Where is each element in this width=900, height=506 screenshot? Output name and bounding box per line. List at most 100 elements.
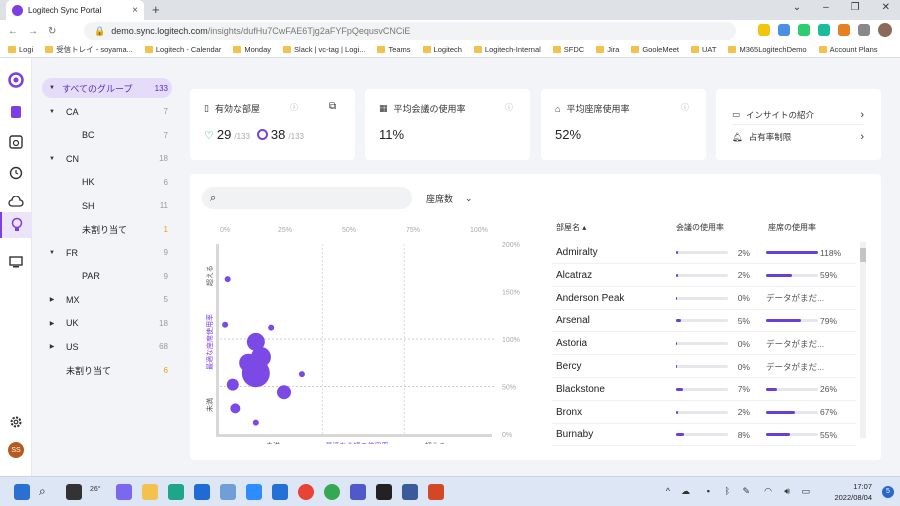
table-row[interactable]: Astoria 0% データがまだ... (552, 333, 856, 356)
group-item[interactable]: ▼ CA 7 (42, 102, 172, 122)
group-item[interactable]: 未割り当て 6 (42, 360, 172, 380)
info-icon[interactable]: ⓘ (290, 102, 298, 113)
bookmark-item[interactable]: Account Plans (818, 45, 878, 54)
pen-icon[interactable]: ✎ (742, 486, 750, 497)
bookmark-item[interactable]: 受信トレイ - soyama... (45, 44, 133, 55)
new-tab-button[interactable]: + (152, 2, 160, 17)
extension-icon[interactable] (798, 24, 810, 36)
info-icon[interactable]: ⓘ (505, 102, 513, 113)
group-item[interactable]: PAR 9 (42, 266, 172, 286)
store-icon[interactable] (194, 484, 210, 500)
chrome-icon[interactable] (324, 484, 340, 500)
table-row[interactable]: Blackstone 7% 26% (552, 379, 856, 401)
external-link-icon[interactable]: ⧉ (329, 101, 336, 112)
group-item[interactable]: ▶ UK 18 (42, 313, 172, 333)
table-scrollbar[interactable] (860, 242, 866, 438)
extension-icon[interactable] (818, 24, 830, 36)
bookmark-item[interactable]: Logi (8, 45, 33, 54)
search-input[interactable]: ⌕ (202, 187, 412, 209)
battery-icon[interactable]: ▭ (801, 486, 810, 497)
extension-icon[interactable] (758, 24, 770, 36)
insights-nav-item[interactable] (0, 212, 32, 238)
windows-start-icon[interactable] (14, 484, 30, 500)
bookmark-item[interactable]: Logitech (422, 45, 462, 54)
chat-icon[interactable] (116, 484, 132, 500)
bookmark-item[interactable]: UAT (691, 45, 716, 54)
bookmark-item[interactable]: Jira (596, 45, 619, 54)
minimize-icon[interactable]: – (823, 2, 829, 13)
chevron-down-icon[interactable]: ▼ (46, 250, 58, 256)
bookmark-item[interactable]: Slack | vc-tag | Logi... (283, 45, 365, 54)
search-icon[interactable]: ⌕ (39, 484, 55, 500)
group-item[interactable]: ▼ FR 9 (42, 243, 172, 263)
logitech-sync-logo-icon[interactable] (8, 72, 24, 88)
col-meeting-usage[interactable]: 会議の使用率 (676, 222, 724, 233)
group-item[interactable]: BC 7 (42, 125, 172, 145)
col-seat-usage[interactable]: 座席の使用率 (768, 222, 816, 233)
col-room-name[interactable]: 部屋名 ▴ (556, 222, 586, 233)
gear-icon[interactable] (8, 414, 24, 430)
group-item[interactable]: ▼ すべてのグループ 133 (42, 78, 172, 98)
teams-icon[interactable] (350, 484, 366, 500)
chevron-right-icon[interactable]: ▶ (46, 296, 58, 303)
seat-count-dropdown[interactable]: 座席数 ⌄ (426, 192, 473, 205)
chrome-icon[interactable] (298, 484, 314, 500)
close-window-icon[interactable]: ✕ (882, 2, 890, 13)
wifi-icon[interactable]: ◠ (764, 486, 772, 497)
onedrive-icon[interactable]: ☁ (681, 486, 690, 497)
devices-icon[interactable] (8, 134, 24, 150)
bookmark-item[interactable]: Logitech - Calendar (144, 45, 221, 54)
bookmark-item[interactable]: GooleMeet (631, 45, 679, 54)
table-row[interactable]: Burnaby 8% 55% (552, 424, 856, 447)
edge-icon[interactable] (168, 484, 184, 500)
browser-tab[interactable]: Logitech Sync Portal × (6, 0, 144, 20)
chevron-down-icon[interactable]: ⌄ (793, 2, 801, 13)
history-icon[interactable] (8, 165, 24, 181)
puzzle-icon[interactable] (858, 24, 870, 36)
back-icon[interactable]: ← (8, 26, 18, 37)
clock[interactable]: 17:07 2022/08/04 (834, 481, 872, 503)
zoom-icon[interactable] (246, 484, 262, 500)
app-icon[interactable] (402, 484, 418, 500)
close-tab-icon[interactable]: × (132, 5, 138, 16)
extension-icon[interactable] (778, 24, 790, 36)
weather-icon[interactable]: 26° (90, 486, 106, 502)
rooms-icon[interactable] (8, 104, 24, 120)
cloud-icon[interactable] (8, 194, 24, 210)
tray-app-icon[interactable]: ▪ (707, 486, 710, 496)
bookmark-item[interactable]: Monday (233, 45, 271, 54)
bookmark-item[interactable]: SFDC (552, 45, 584, 54)
group-item[interactable]: 未割り当て 1 (42, 219, 172, 239)
group-item[interactable]: ▶ US 68 (42, 337, 172, 357)
chevron-down-icon[interactable]: ▼ (46, 156, 58, 162)
user-avatar[interactable]: SS (8, 442, 24, 458)
maximize-icon[interactable]: ❐ (851, 2, 860, 13)
volume-icon[interactable]: 🔊︎ (784, 486, 790, 497)
file-explorer-icon[interactable] (142, 484, 158, 500)
address-bar[interactable]: 🔒 demo.sync.logitech.com/insights/dufHu7… (84, 22, 736, 40)
table-row[interactable]: Arsenal 5% 79% (552, 310, 856, 333)
extension-icon[interactable] (838, 24, 850, 36)
profile-avatar[interactable] (878, 23, 892, 37)
notification-badge[interactable]: 5 (882, 486, 894, 498)
table-row[interactable]: Admiralty 2% 118% (552, 242, 856, 264)
table-row[interactable]: Bercy 0% データがまだ... (552, 356, 856, 378)
forward-icon[interactable]: → (28, 26, 38, 37)
chevron-down-icon[interactable]: ▼ (46, 85, 58, 91)
group-item[interactable]: ▼ CN 18 (42, 149, 172, 169)
photos-icon[interactable] (220, 484, 236, 500)
bookmark-item[interactable]: Logitech-Internal (473, 45, 541, 54)
table-row[interactable]: Alcatraz 2% 59% (552, 265, 856, 287)
group-item[interactable]: ▶ MX 5 (42, 290, 172, 310)
occupancy-limit-link[interactable]: 🔔︎ 占有率制限 › (732, 129, 864, 145)
bluetooth-icon[interactable]: ᛒ (725, 486, 730, 496)
info-icon[interactable]: ⓘ (681, 102, 689, 113)
group-item[interactable]: HK 6 (42, 172, 172, 192)
insight-intro-link[interactable]: ▭ インサイトの紹介 › (732, 105, 864, 125)
chevron-up-icon[interactable]: ^ (666, 486, 670, 496)
powerpoint-icon[interactable] (428, 484, 444, 500)
chevron-down-icon[interactable]: ▼ (46, 109, 58, 115)
computer-icon[interactable] (8, 254, 24, 270)
teams-icon[interactable] (272, 484, 288, 500)
bookmark-item[interactable]: M365LogitechDemo (728, 45, 807, 54)
